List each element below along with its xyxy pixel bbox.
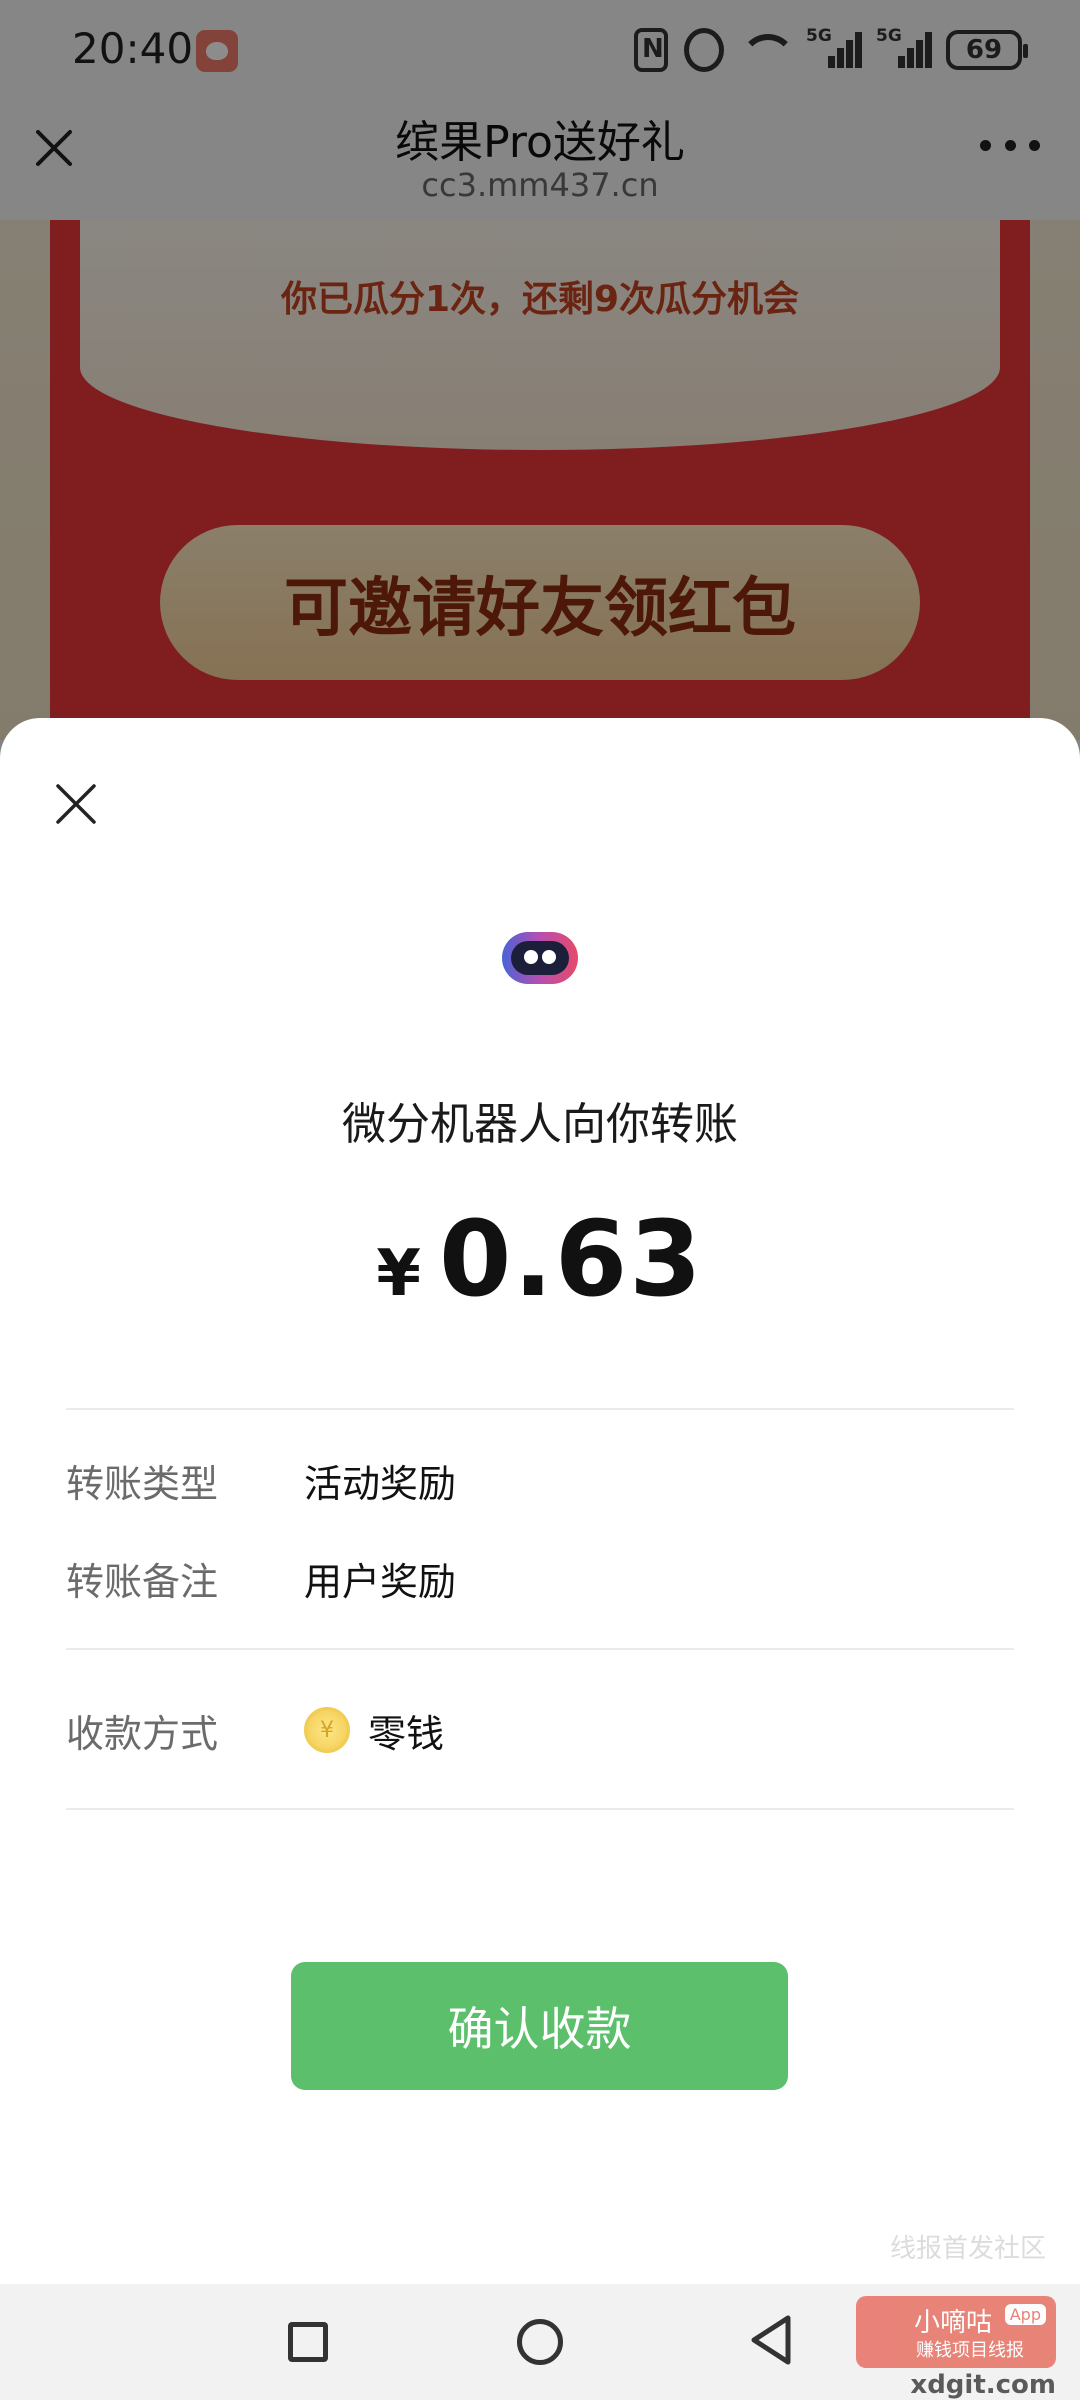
divider bbox=[66, 1408, 1014, 1410]
back-icon[interactable] bbox=[748, 2314, 792, 2366]
divider bbox=[66, 1648, 1014, 1650]
home-icon[interactable] bbox=[517, 2319, 563, 2365]
transfer-note-label: 转账备注 bbox=[66, 1559, 219, 1604]
coin-icon: ¥ bbox=[304, 1707, 350, 1753]
watermark-sub: 赚钱项目线报 bbox=[916, 2340, 1024, 2361]
robot-logo-icon bbox=[502, 932, 578, 984]
close-icon[interactable] bbox=[52, 780, 100, 828]
transfer-note-row: 转账备注 用户奖励 bbox=[66, 1548, 1014, 1608]
confirm-receipt-button[interactable]: 确认收款 bbox=[291, 1962, 788, 2090]
transfer-type-label: 转账类型 bbox=[66, 1461, 219, 1506]
watermark-badge: 小嘀咕 赚钱项目线报 App bbox=[856, 2296, 1056, 2368]
transfer-note-value: 用户奖励 bbox=[304, 1559, 457, 1604]
watermark-headline: 线报首发社区 bbox=[889, 2234, 1046, 2264]
divider bbox=[66, 1808, 1014, 1810]
payment-method-value: 零钱 bbox=[368, 1711, 445, 1756]
watermark-tag: App bbox=[1004, 2304, 1046, 2325]
transfer-type-row: 转账类型 活动奖励 bbox=[66, 1450, 1014, 1510]
sender-line: 微分机器人向你转账 bbox=[342, 1099, 738, 1150]
transfer-type-value: 活动奖励 bbox=[304, 1461, 457, 1506]
transfer-sheet: 微分机器人向你转账 ¥ 0.63 转账类型 活动奖励 转账备注 用户奖励 收款方… bbox=[0, 718, 1080, 2284]
currency-symbol: ¥ bbox=[376, 1237, 421, 1311]
amount-value: 0.63 bbox=[438, 1198, 704, 1320]
watermark-name: 小嘀咕 bbox=[914, 2308, 993, 2338]
payment-method-label: 收款方式 bbox=[66, 1711, 219, 1756]
recents-icon[interactable] bbox=[288, 2322, 328, 2362]
payment-method-row[interactable]: 收款方式 ¥ 零钱 bbox=[66, 1700, 1014, 1760]
amount: ¥ 0.63 bbox=[0, 1198, 1080, 1320]
system-nav-bar: 小嘀咕 赚钱项目线报 App xdgit.com bbox=[0, 2284, 1080, 2400]
watermark-site: xdgit.com bbox=[910, 2370, 1056, 2400]
